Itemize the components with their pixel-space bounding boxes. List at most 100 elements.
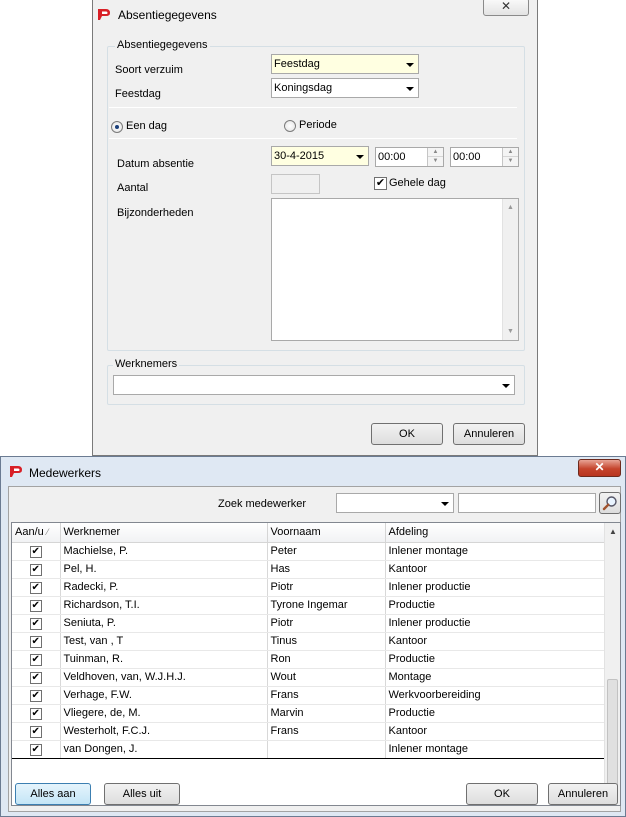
row-checkbox[interactable]: ✔ bbox=[29, 653, 42, 666]
employees-dialog-title: Medewerkers bbox=[29, 466, 102, 480]
employees-table-body: ✔ Machielse, P. Peter Inlener montage ✔ Pel, … bbox=[12, 542, 606, 759]
row-checkbox[interactable]: ✔ bbox=[29, 743, 42, 756]
radio-periode-label[interactable]: Periode bbox=[299, 119, 337, 131]
row-checkbox-cell[interactable]: ✔ bbox=[12, 614, 61, 633]
scroll-down-icon[interactable]: ▼ bbox=[507, 328, 514, 335]
spin-up-icon[interactable]: ▲ bbox=[428, 148, 443, 157]
time-from-field[interactable]: 00:00 ▲ ▼ bbox=[375, 147, 444, 167]
soort-verzuim-value: Feestdag bbox=[274, 58, 320, 70]
column-header-werknemer[interactable]: Werknemer bbox=[60, 523, 268, 543]
row-checkbox[interactable]: ✔ bbox=[29, 671, 42, 684]
row-checkbox[interactable]: ✔ bbox=[29, 581, 42, 594]
textarea-scrollbar[interactable]: ▲ ▼ bbox=[502, 199, 518, 340]
cell-afdeling: Werkvoorbereiding bbox=[385, 686, 606, 705]
alles-aan-button[interactable]: Alles aan bbox=[15, 783, 91, 805]
row-checkbox[interactable]: ✔ bbox=[29, 707, 42, 720]
cell-werknemer: Machielse, P. bbox=[60, 542, 268, 561]
time-to-spinner[interactable]: ▲ ▼ bbox=[502, 148, 518, 166]
table-row[interactable]: ✔ Richardson, T.I. Tyrone Ingemar Productie bbox=[12, 596, 606, 615]
cell-afdeling: Kantoor bbox=[385, 632, 606, 651]
table-row[interactable]: ✔ Seniuta, P. Piotr Inlener productie bbox=[12, 614, 606, 633]
bijzonderheden-textarea[interactable]: ▲ ▼ bbox=[271, 198, 519, 341]
table-row[interactable]: ✔ van Dongen, J. Inlener montage bbox=[12, 739, 606, 759]
radio-een-dag-label[interactable]: Een dag bbox=[126, 120, 167, 132]
scroll-up-icon[interactable]: ▲ bbox=[507, 204, 514, 211]
werknemers-select[interactable] bbox=[113, 375, 515, 395]
row-checkbox[interactable]: ✔ bbox=[29, 563, 42, 576]
table-row[interactable]: ✔ Verhage, F.W. Frans Werkvoorbereiding bbox=[12, 686, 606, 705]
cell-voornaam: Frans bbox=[267, 722, 386, 741]
cell-werknemer: Test, van , T bbox=[60, 632, 268, 651]
row-checkbox-cell[interactable]: ✔ bbox=[12, 704, 61, 723]
row-checkbox-cell[interactable]: ✔ bbox=[12, 560, 61, 579]
absence-dialog: Absentiegegevens ✕ Absentiegegevens Soor… bbox=[92, 0, 538, 456]
spin-down-icon[interactable]: ▼ bbox=[428, 157, 443, 166]
table-row[interactable]: ✔ Test, van , T Tinus Kantoor bbox=[12, 632, 606, 651]
alles-uit-button[interactable]: Alles uit bbox=[104, 783, 180, 805]
row-checkbox-cell[interactable]: ✔ bbox=[12, 739, 61, 759]
row-checkbox-cell[interactable]: ✔ bbox=[12, 578, 61, 597]
absence-ok-button[interactable]: OK bbox=[371, 423, 443, 445]
feestdag-select[interactable]: Koningsdag bbox=[271, 78, 419, 98]
feestdag-value: Koningsdag bbox=[274, 82, 333, 94]
scroll-thumb[interactable] bbox=[607, 679, 618, 791]
row-checkbox-cell[interactable]: ✔ bbox=[12, 650, 61, 669]
column-header-voornaam[interactable]: Voornaam bbox=[267, 523, 386, 543]
aantal-label: Aantal bbox=[117, 182, 149, 194]
employees-close-button[interactable]: ✕ bbox=[578, 459, 621, 477]
cell-voornaam: Has bbox=[267, 560, 386, 579]
table-row[interactable]: ✔ Westerholt, F.C.J. Frans Kantoor bbox=[12, 722, 606, 741]
bijzonderheden-label: Bijzonderheden bbox=[117, 207, 194, 219]
row-checkbox[interactable]: ✔ bbox=[29, 617, 42, 630]
radio-een-dag[interactable] bbox=[111, 121, 123, 133]
table-row[interactable]: ✔ Radecki, P. Piotr Inlener productie bbox=[12, 578, 606, 597]
table-row[interactable]: ✔ Pel, H. Has Kantoor bbox=[12, 560, 606, 579]
row-checkbox[interactable]: ✔ bbox=[29, 689, 42, 702]
row-checkbox-cell[interactable]: ✔ bbox=[12, 542, 61, 561]
row-checkbox-cell[interactable]: ✔ bbox=[12, 722, 61, 741]
row-checkbox-cell[interactable]: ✔ bbox=[12, 668, 61, 687]
column-header-aan-uit[interactable]: Aan/u ⁄ bbox=[12, 523, 61, 543]
cell-werknemer: Pel, H. bbox=[60, 560, 268, 579]
row-checkbox[interactable]: ✔ bbox=[29, 599, 42, 612]
cell-werknemer: Tuinman, R. bbox=[60, 650, 268, 669]
time-from-spinner[interactable]: ▲ ▼ bbox=[427, 148, 443, 166]
cell-werknemer: Seniuta, P. bbox=[60, 614, 268, 633]
gehele-dag-checkbox[interactable]: ✔ bbox=[374, 177, 387, 190]
table-row[interactable]: ✔ Veldhoven, van, W.J.H.J. Wout Montage bbox=[12, 668, 606, 687]
search-button[interactable] bbox=[599, 492, 621, 514]
spin-down-icon[interactable]: ▼ bbox=[503, 157, 518, 166]
aantal-field bbox=[271, 174, 320, 194]
row-checkbox[interactable]: ✔ bbox=[29, 545, 42, 558]
datum-absentie-picker[interactable]: 30-4-2015 bbox=[271, 146, 369, 166]
employees-cancel-button[interactable]: Annuleren bbox=[548, 783, 618, 805]
absence-close-button[interactable]: ✕ bbox=[483, 0, 529, 16]
column-header-afdeling[interactable]: Afdeling bbox=[385, 523, 606, 543]
search-input[interactable] bbox=[458, 493, 596, 513]
chevron-down-icon bbox=[441, 502, 449, 506]
soort-verzuim-select[interactable]: Feestdag bbox=[271, 54, 419, 74]
cell-afdeling: Productie bbox=[385, 704, 606, 723]
sort-ascending-icon: ⁄ bbox=[46, 527, 49, 538]
row-checkbox[interactable]: ✔ bbox=[29, 635, 42, 648]
employees-ok-button[interactable]: OK bbox=[466, 783, 538, 805]
row-checkbox-cell[interactable]: ✔ bbox=[12, 596, 61, 615]
absence-cancel-button[interactable]: Annuleren bbox=[453, 423, 525, 445]
table-row[interactable]: ✔ Tuinman, R. Ron Productie bbox=[12, 650, 606, 669]
separator bbox=[109, 107, 517, 108]
table-row[interactable]: ✔ Vliegere, de, M. Marvin Productie bbox=[12, 704, 606, 723]
scroll-up-icon[interactable]: ▲ bbox=[609, 527, 617, 536]
cell-werknemer: Veldhoven, van, W.J.H.J. bbox=[60, 668, 268, 687]
cell-voornaam: Peter bbox=[267, 542, 386, 561]
table-row[interactable]: ✔ Machielse, P. Peter Inlener montage bbox=[12, 542, 606, 561]
time-to-field[interactable]: 00:00 ▲ ▼ bbox=[450, 147, 519, 167]
spin-up-icon[interactable]: ▲ bbox=[503, 148, 518, 157]
row-checkbox-cell[interactable]: ✔ bbox=[12, 632, 61, 651]
row-checkbox[interactable]: ✔ bbox=[29, 725, 42, 738]
employees-grid-scrollbar[interactable]: ▲ ▼ bbox=[604, 523, 620, 805]
cell-afdeling: Montage bbox=[385, 668, 606, 687]
row-checkbox-cell[interactable]: ✔ bbox=[12, 686, 61, 705]
gehele-dag-label[interactable]: Gehele dag bbox=[389, 177, 446, 189]
search-combo[interactable] bbox=[336, 493, 454, 513]
radio-periode[interactable] bbox=[284, 120, 296, 132]
